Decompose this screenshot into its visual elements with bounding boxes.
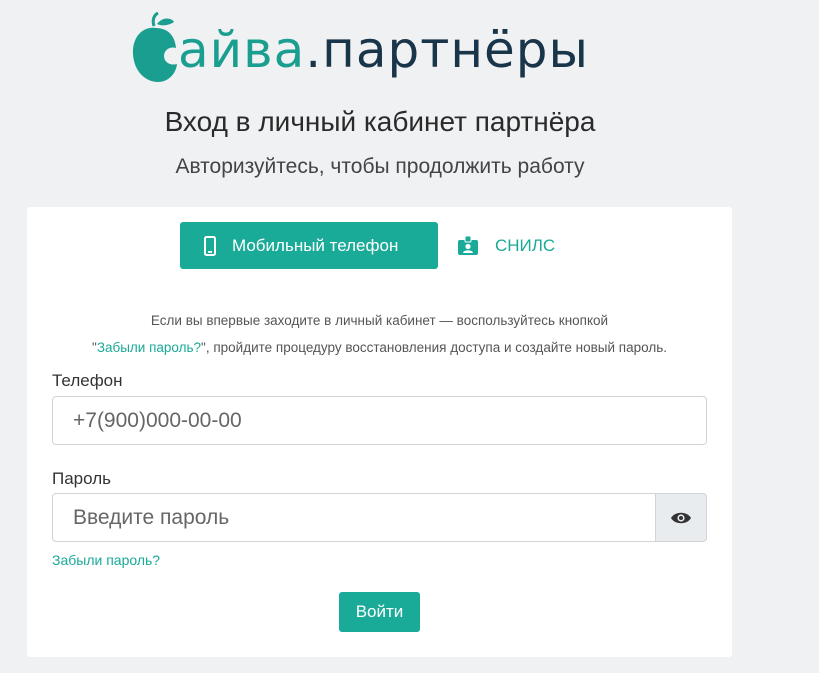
tab-mobile-phone-label: Мобильный телефон xyxy=(232,235,399,255)
toggle-password-visibility-button[interactable] xyxy=(655,493,707,542)
mobile-phone-icon xyxy=(204,235,216,256)
info-forgot-link[interactable]: Забыли пароль? xyxy=(97,340,201,355)
info-text: Если вы впервые заходите в личный кабине… xyxy=(27,307,732,361)
password-input[interactable] xyxy=(52,493,656,542)
page-title: Вход в личный кабинет партнёра xyxy=(164,106,596,137)
login-card: Мобильный телефон СНИЛС Если вы впервые … xyxy=(27,207,732,657)
forgot-password-link[interactable]: Забыли пароль? xyxy=(52,552,160,568)
phone-label: Телефон xyxy=(52,371,123,390)
quince-logo-icon xyxy=(132,12,177,83)
tab-snils[interactable]: СНИЛС xyxy=(457,222,555,269)
logo-wordmark: айва.партнёры xyxy=(178,25,589,75)
logo-part-1: айва xyxy=(178,21,306,79)
password-label: Пароль xyxy=(52,469,111,488)
logo-part-2: .партнёры xyxy=(305,21,590,79)
id-badge-icon xyxy=(457,235,479,256)
info-line-2-rest: ", пройдите процедуру восстановления дос… xyxy=(201,340,667,355)
info-line-1: Если вы впервые заходите в личный кабине… xyxy=(150,313,609,328)
logo: айва.партнёры xyxy=(130,8,589,88)
login-button[interactable]: Войти xyxy=(339,592,420,632)
tab-mobile-phone[interactable]: Мобильный телефон xyxy=(180,222,438,269)
page-subtitle: Авторизуйтесь, чтобы продолжить работу xyxy=(175,155,585,178)
info-line-2: "Забыли пароль?", пройдите процедуру вос… xyxy=(27,334,732,361)
eye-icon xyxy=(671,512,691,523)
phone-input[interactable] xyxy=(52,396,707,445)
tab-snils-label: СНИЛС xyxy=(495,235,556,255)
